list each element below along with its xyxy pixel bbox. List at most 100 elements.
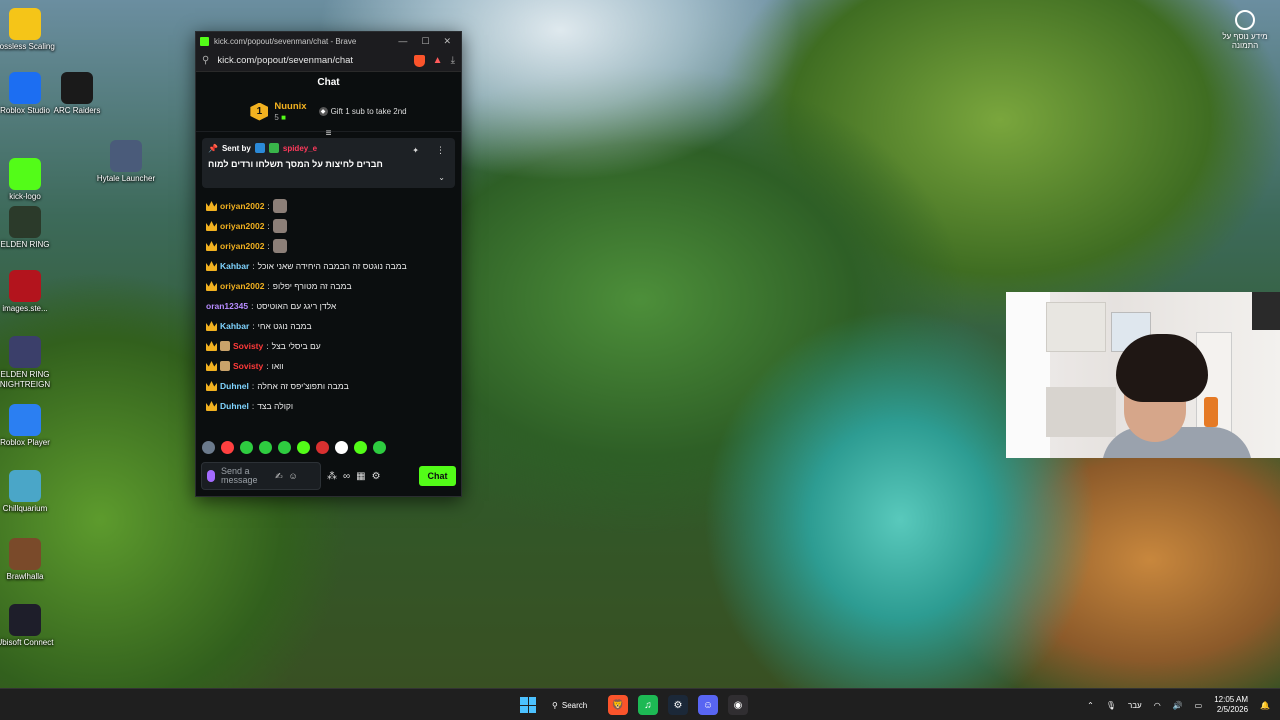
window-title: kick.com/popout/sevenman/chat - Brave <box>214 36 357 46</box>
chat-username[interactable]: Sovisty <box>233 361 263 371</box>
desktop-icon[interactable]: Brawlhalla <box>0 538 60 582</box>
chat-username[interactable]: oriyan2002 <box>220 241 264 251</box>
chat-username[interactable]: oran12345 <box>206 301 248 311</box>
obs-icon[interactable]: ◉ <box>728 695 748 715</box>
brave-shields-icon[interactable] <box>413 54 425 67</box>
quick-emote-bar[interactable] <box>202 441 386 454</box>
chat-messages[interactable]: oriyan2002: oriyan2002: oriyan2002: Kahbar:… <box>196 192 461 416</box>
download-icon[interactable]: ⤓ <box>451 55 455 66</box>
translate-icon[interactable]: ✍ <box>275 471 283 482</box>
desktop-icon[interactable]: images.ste... <box>0 270 60 314</box>
emote-icon[interactable] <box>335 441 348 454</box>
desktop-icon[interactable]: Ubisoft Connect <box>0 604 60 648</box>
steam-icon[interactable]: ⚙ <box>668 695 688 715</box>
chat-username[interactable]: Kahbar <box>220 261 249 271</box>
chat-message[interactable]: oriyan2002: <box>206 196 453 216</box>
emote-icon[interactable] <box>221 441 234 454</box>
gift-sub-prompt[interactable]: ◆ Gift 1 sub to take 2nd <box>318 107 407 116</box>
desktop-icon[interactable]: Hytale Launcher <box>91 140 161 184</box>
clock[interactable]: 12:05 AM 2/5/2026 <box>1214 695 1248 715</box>
desktop-icon[interactable]: ELDEN RING NIGHTREIGN <box>0 336 60 390</box>
emote-icon[interactable] <box>259 441 272 454</box>
chat-username[interactable]: Duhnel <box>220 381 249 391</box>
chat-username[interactable]: Kahbar <box>220 321 249 331</box>
chat-message[interactable]: oriyan2002: <box>206 236 453 256</box>
emote-icon[interactable] <box>297 441 310 454</box>
more-options-icon[interactable]: ⋮ <box>436 145 445 156</box>
chat-message[interactable]: Kahbar: במבה נוגטס זה הבמבה היחידה שאני א… <box>206 256 453 276</box>
search-button[interactable]: ⚲ Search <box>546 694 598 716</box>
microphone-tray-icon[interactable]: 🎙 <box>1106 701 1116 710</box>
infinity-icon[interactable]: ∞ <box>343 471 350 482</box>
chat-message[interactable]: Sovisty: וואו <box>206 356 453 376</box>
crown-badge-icon <box>206 221 217 231</box>
desktop-icon[interactable]: Lossless Scaling <box>0 8 60 52</box>
desktop-icon[interactable]: ELDEN RING <box>0 206 60 250</box>
chat-message[interactable]: oriyan2002: <box>206 216 453 236</box>
desktop-icon[interactable]: Chillquarium <box>0 470 60 514</box>
chat-separator: : <box>267 241 270 251</box>
url-text[interactable]: kick.com/popout/sevenman/chat <box>217 55 405 66</box>
discord-icon[interactable]: ☺ <box>698 695 718 715</box>
desktop-icon[interactable]: ARC Raiders <box>42 72 112 116</box>
chat-message[interactable]: oran12345: אלדן ריגג עם האוטיסט <box>206 296 453 316</box>
start-button[interactable] <box>520 697 536 713</box>
chat-message[interactable]: Kahbar: במבה נוגט אחי <box>206 316 453 336</box>
send-chat-button[interactable]: Chat <box>419 466 456 486</box>
brave-icon[interactable]: 🦁 <box>608 695 628 715</box>
unpin-icon[interactable]: ✦ <box>412 146 419 155</box>
chat-message[interactable]: Duhnel: וקולה בצד <box>206 396 453 416</box>
volume-icon[interactable]: 🔊 <box>1173 701 1183 710</box>
chat-username[interactable]: oriyan2002 <box>220 201 264 211</box>
minimize-button[interactable]: — <box>398 36 407 47</box>
notification-bell-icon[interactable]: 🔔 <box>1260 701 1270 710</box>
desktop-icon[interactable]: kick-logo <box>0 158 60 202</box>
learn-about-picture-widget[interactable]: מידע נוסף על התמונה <box>1215 10 1275 50</box>
settings-gear-icon[interactable]: ⚙ <box>372 471 381 482</box>
emote-icon[interactable] <box>373 441 386 454</box>
close-button[interactable]: ✕ <box>443 36 451 47</box>
wifi-icon[interactable]: ◠ <box>1154 701 1161 710</box>
brave-rewards-icon[interactable]: ▲ <box>433 55 443 66</box>
store-icon[interactable]: ▦ <box>356 471 365 482</box>
emote-icon[interactable] <box>278 441 291 454</box>
browser-window[interactable]: kick.com/popout/sevenman/chat - Brave — … <box>195 31 462 497</box>
browser-titlebar[interactable]: kick.com/popout/sevenman/chat - Brave — … <box>196 32 461 50</box>
address-bar[interactable]: ⚲ kick.com/popout/sevenman/chat ▲ ⤓ <box>196 50 461 72</box>
chat-message[interactable]: Sovisty: עם ביסלי בצל <box>206 336 453 356</box>
language-indicator[interactable]: עבר <box>1128 701 1142 710</box>
chat-separator: : <box>267 201 270 211</box>
gift-leaderboard[interactable]: 1 Nuunix 5 ■ ◆ Gift 1 sub to take 2nd ≡ <box>196 92 461 139</box>
maximize-button[interactable]: ☐ <box>421 36 429 47</box>
desktop-icon[interactable]: Roblox Player <box>0 404 60 448</box>
camera-icon[interactable] <box>1235 10 1255 30</box>
pinned-message[interactable]: 📌 Sent by spidey_e ✦ ⋮ חברים לחיצות על ה… <box>202 138 455 188</box>
emote-icon[interactable] <box>354 441 367 454</box>
leader-name[interactable]: Nuunix <box>274 101 306 112</box>
users-icon[interactable]: ⁂ <box>327 471 337 482</box>
emote-icon[interactable] <box>202 441 215 454</box>
chat-username[interactable]: Sovisty <box>233 341 263 351</box>
chat-message[interactable]: oriyan2002: במבה זה מטורף יפלופ <box>206 276 453 296</box>
desktop-icon-label: Brawlhalla <box>6 572 44 581</box>
chat-message[interactable]: Duhnel: במבה ותפוצ'יפס זה אחלה <box>206 376 453 396</box>
emoji-icon[interactable]: ☺ <box>289 471 298 481</box>
site-settings-icon[interactable]: ⚲ <box>202 55 209 66</box>
emote-icon[interactable] <box>240 441 253 454</box>
chevron-down-icon[interactable]: ⌄ <box>438 173 445 182</box>
chevron-up-icon[interactable]: ⌃ <box>1087 701 1094 710</box>
pinned-sender[interactable]: spidey_e <box>283 144 317 153</box>
taskbar[interactable]: ⚲ Search 🦁 ♫ ⚙ ☺ ◉ ⌃ 🎙 עבר ◠ 🔊 ▭ 12:05 AM 2/… <box>0 688 1280 720</box>
chat-username[interactable]: Duhnel <box>220 401 249 411</box>
battery-icon[interactable]: ▭ <box>1195 701 1203 710</box>
chat-input-row[interactable]: Send a message ✍ ☺ ⁂ ∞ ▦ ⚙ Chat <box>201 462 456 490</box>
microphone-icon[interactable] <box>207 470 215 482</box>
fish-icon <box>9 470 41 502</box>
spotify-icon[interactable]: ♫ <box>638 695 658 715</box>
crown-badge-icon <box>206 261 217 271</box>
message-input[interactable]: Send a message ✍ ☺ <box>201 462 321 490</box>
emote-icon[interactable] <box>316 441 329 454</box>
chat-username[interactable]: oriyan2002 <box>220 281 264 291</box>
message-placeholder[interactable]: Send a message <box>221 467 269 485</box>
chat-username[interactable]: oriyan2002 <box>220 221 264 231</box>
